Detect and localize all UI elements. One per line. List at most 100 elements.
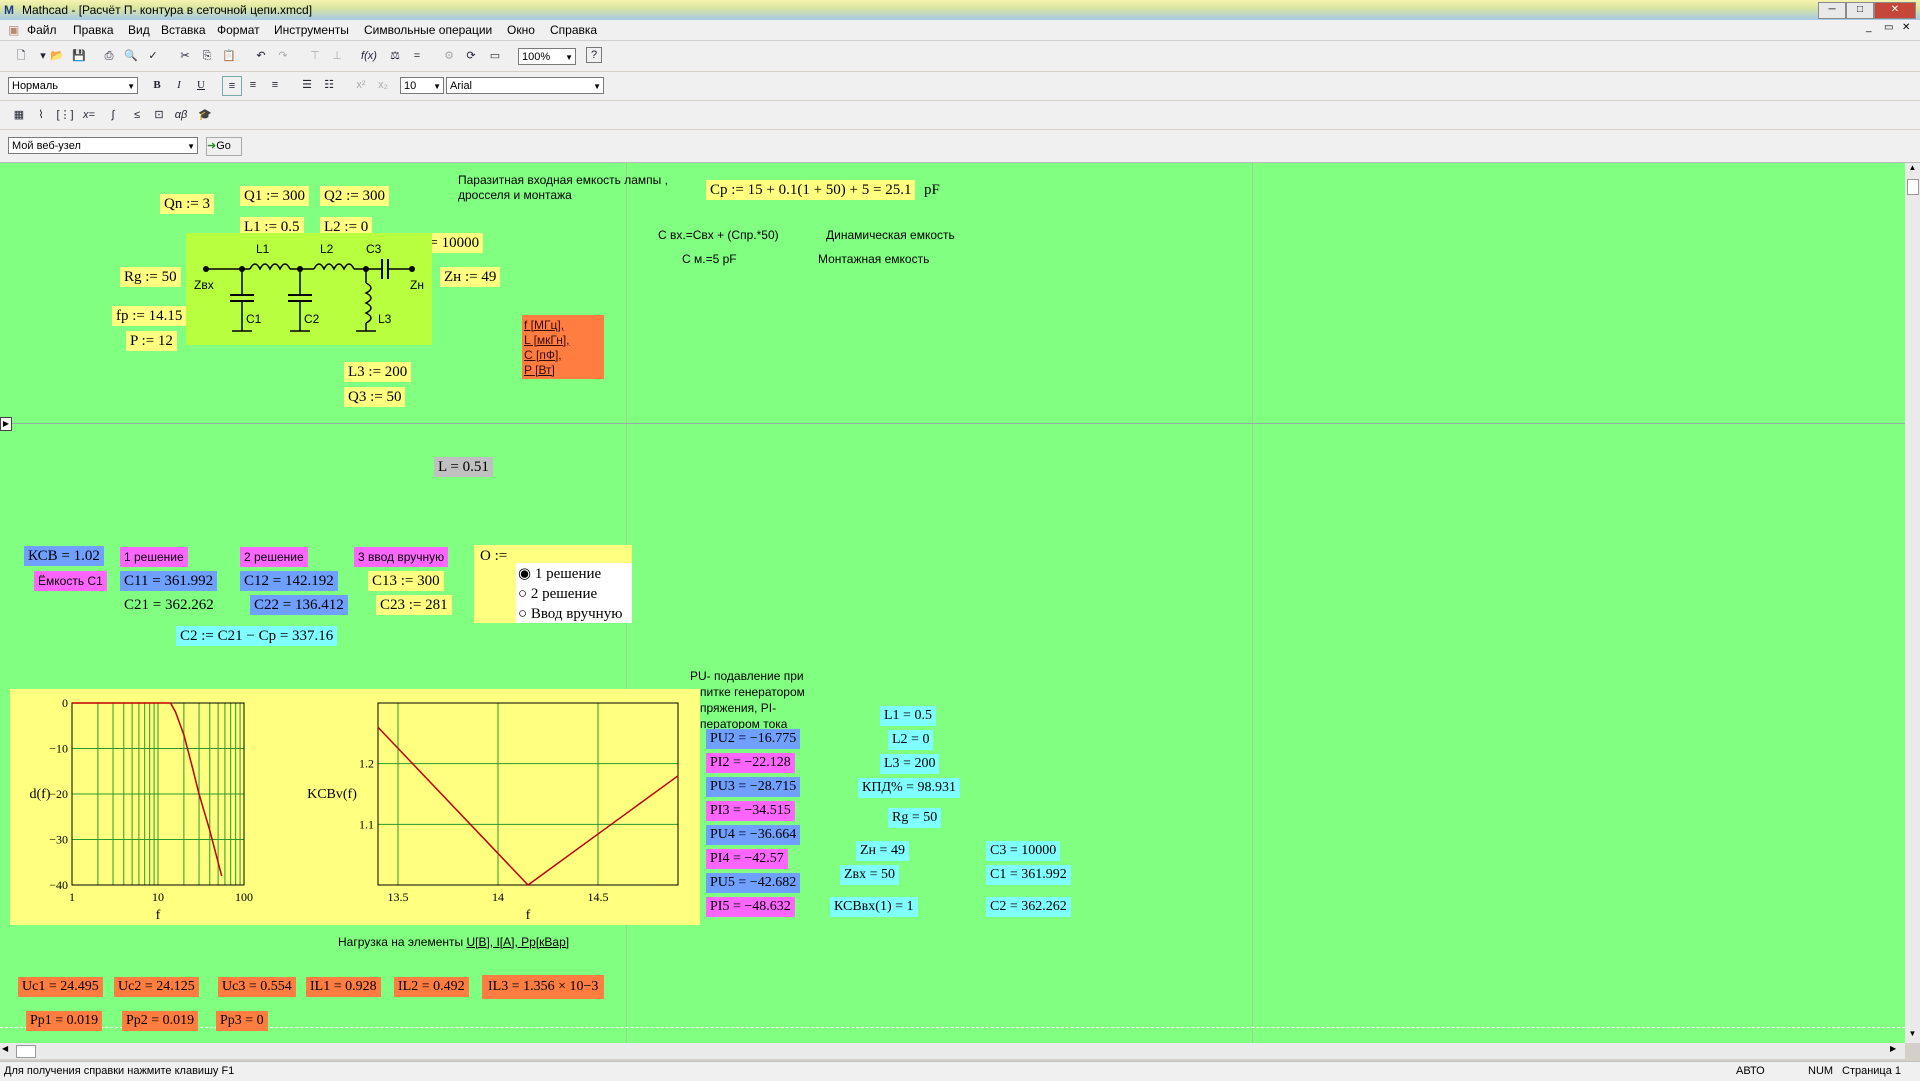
q3-def[interactable]: Q3 := 50 (344, 387, 406, 407)
align-top-icon[interactable]: ⊤ (306, 47, 324, 65)
zn-result[interactable]: Zн = 49 (856, 841, 909, 861)
subscript-icon[interactable]: x₂ (374, 76, 392, 94)
menu-insert[interactable]: Вставка (161, 23, 206, 37)
c2-result[interactable]: C2 = 362.262 (986, 897, 1071, 917)
graph-icon[interactable]: ⌇ (32, 106, 50, 124)
swr-plot[interactable]: 13.5 14 14.5 1.2 1.1 f KCBv(f) (300, 689, 700, 925)
scroll-left-icon[interactable]: ◀ (2, 1044, 8, 1053)
l2-result[interactable]: L2 = 0 (888, 730, 934, 750)
numbering-icon[interactable]: ☷ (320, 76, 338, 94)
insert-unit-icon[interactable]: ⚖ (386, 47, 404, 65)
redo-icon[interactable]: ↷ (274, 47, 292, 65)
vertical-scrollbar[interactable]: ▲ ▼ (1905, 163, 1920, 1043)
menu-symbolics[interactable]: Символьные операции (364, 23, 492, 37)
web-address-select[interactable]: Мой веб-узел ▼ (8, 137, 198, 154)
il2-result[interactable]: IL2 = 0.492 (394, 977, 469, 997)
zn-def[interactable]: Zн := 49 (440, 267, 501, 287)
menu-format[interactable]: Формат (217, 23, 260, 37)
greek-icon[interactable]: αβ (172, 106, 190, 124)
bullets-icon[interactable]: ☰ (298, 76, 316, 94)
zoom-select[interactable]: 100% ▼ (518, 48, 576, 65)
uc3-result[interactable]: Uc3 = 0.554 (218, 977, 296, 997)
calculator-icon[interactable]: ▦ (10, 106, 28, 124)
rg-def[interactable]: Rg := 50 (120, 267, 181, 287)
paste-icon[interactable]: 📋 (220, 47, 238, 65)
close-button[interactable]: ✕ (1874, 2, 1916, 19)
italic-button[interactable]: I (170, 76, 188, 94)
programming-icon[interactable]: ⊡ (150, 106, 168, 124)
il3-result[interactable]: IL3 = 1.356 × 10−3 (482, 975, 605, 999)
pp3-result[interactable]: Pp3 = 0 (216, 1011, 268, 1031)
pi3-result[interactable]: PI3 = −34.515 (706, 801, 795, 821)
c3-result[interactable]: C3 = 10000 (986, 841, 1061, 861)
l3-def[interactable]: L3 := 200 (344, 362, 412, 382)
copy-icon[interactable]: ⎘ (198, 47, 216, 65)
help-icon[interactable]: ? (586, 47, 602, 63)
efficiency-result[interactable]: КПД% = 98.931 (858, 778, 961, 798)
pp1-result[interactable]: Pp1 = 0.019 (26, 1011, 103, 1031)
evaluation-icon[interactable]: x= (80, 106, 98, 124)
new-icon[interactable]: 🗋 (12, 47, 30, 65)
maximize-button[interactable]: □ (1846, 2, 1874, 19)
undo-icon[interactable]: ↶ (252, 47, 270, 65)
c21-result[interactable]: C21 = 362.262 (120, 595, 218, 615)
pu4-result[interactable]: PU4 = −36.664 (706, 825, 801, 845)
collapse-area-icon[interactable]: ▶ (0, 417, 12, 431)
pp2-result[interactable]: Pp2 = 0.019 (122, 1011, 199, 1031)
spellcheck-icon[interactable]: ✓ (144, 47, 162, 65)
open-icon[interactable]: 📂 (48, 47, 66, 65)
q2-def[interactable]: Q2 := 300 (320, 186, 389, 206)
bold-button[interactable]: B (148, 76, 166, 94)
zvx-result[interactable]: Zвх = 50 (840, 865, 900, 885)
qn-def[interactable]: Qn := 3 (160, 194, 214, 214)
scroll-right-icon[interactable]: ▶ (1890, 1044, 1896, 1053)
c13-def[interactable]: C13 := 300 (368, 571, 444, 591)
superscript-icon[interactable]: x² (352, 76, 370, 94)
doc-minimize-button[interactable]: _ (1866, 22, 1872, 33)
go-button[interactable]: ➜Go (206, 137, 242, 156)
underline-button[interactable]: U (192, 76, 210, 94)
boolean-icon[interactable]: ≤ (128, 106, 146, 124)
q1-def[interactable]: Q1 := 300 (240, 186, 309, 206)
c11-result[interactable]: C11 = 361.992 (120, 571, 218, 591)
calculate-icon[interactable]: = (408, 47, 426, 65)
doc-restore-button[interactable]: ▭ (1884, 22, 1893, 33)
ksv-result[interactable]: КСВ = 1.02 (24, 546, 104, 566)
symbolic-icon[interactable]: 🎓 (196, 106, 214, 124)
scroll-up-icon[interactable]: ▲ (1905, 163, 1920, 177)
menu-file[interactable]: Файл (27, 23, 57, 37)
font-select[interactable]: Arial ▼ (446, 77, 604, 94)
align-center-icon[interactable]: ≡ (244, 76, 262, 94)
scroll-down-icon[interactable]: ▼ (1905, 1029, 1920, 1043)
uc2-result[interactable]: Uc2 = 24.125 (114, 977, 199, 997)
rg-result[interactable]: Rg = 50 (888, 808, 942, 828)
l1-result[interactable]: L1 = 0.5 (880, 706, 936, 726)
il1-result[interactable]: IL1 = 0.928 (306, 977, 381, 997)
l-result[interactable]: L = 0.51 (434, 457, 493, 477)
l3-result[interactable]: L3 = 200 (880, 754, 940, 774)
insert-component-icon[interactable]: ⚙ (440, 47, 458, 65)
vscroll-thumb[interactable] (1907, 179, 1919, 195)
c1-result[interactable]: C1 = 361.992 (986, 865, 1071, 885)
c2-def[interactable]: C2 := C21 − Cp = 337.16 (176, 626, 338, 646)
hscroll-thumb[interactable] (16, 1045, 36, 1058)
c23-def[interactable]: C23 := 281 (376, 595, 452, 615)
menu-window[interactable]: Окно (507, 23, 535, 37)
align-right-icon[interactable]: ≡ (266, 76, 284, 94)
window-icon[interactable]: ▭ (486, 47, 504, 65)
minimize-button[interactable]: ─ (1818, 2, 1846, 19)
resource-center-icon[interactable]: ⟳ (462, 47, 480, 65)
insert-function-icon[interactable]: f(x) (360, 47, 378, 65)
c22-result[interactable]: C22 = 136.412 (250, 595, 348, 615)
pu2-result[interactable]: PU2 = −16.775 (706, 729, 801, 749)
cut-icon[interactable]: ✂ (176, 47, 194, 65)
worksheet[interactable]: ▶ Qn := 3 Q1 := 300 Q2 := 300 L1 := 0.5 … (0, 163, 1905, 1043)
print-icon[interactable]: ⎙ (100, 47, 118, 65)
align-bottom-icon[interactable]: ⊥ (328, 47, 346, 65)
menu-help[interactable]: Справка (550, 23, 597, 37)
radio-solution-1[interactable]: ◉ 1 решение (516, 564, 605, 584)
pu5-result[interactable]: PU5 = −42.682 (706, 873, 801, 893)
save-icon[interactable]: 💾 (70, 47, 88, 65)
font-size-select[interactable]: 10 ▼ (400, 77, 444, 94)
uc1-result[interactable]: Uc1 = 24.495 (18, 977, 103, 997)
